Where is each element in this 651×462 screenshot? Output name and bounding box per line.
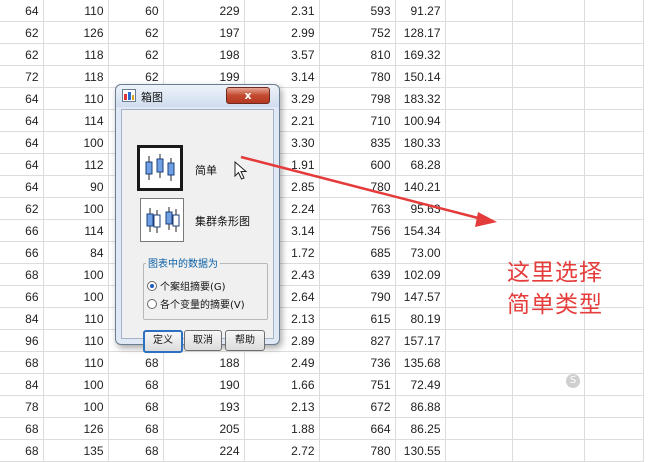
watermark-logo: S xyxy=(566,374,580,388)
table-cell[interactable]: 780 xyxy=(319,439,396,462)
table-cell[interactable]: 68 xyxy=(108,439,164,462)
annotation-arrow xyxy=(240,155,497,227)
table-cell[interactable]: 130.55 xyxy=(395,439,446,462)
table-cell[interactable] xyxy=(584,439,644,462)
table-cell[interactable]: 135 xyxy=(43,439,109,462)
table-cell[interactable] xyxy=(512,439,585,462)
table-cell[interactable]: 2.72 xyxy=(244,439,320,462)
annotation-text: 这里选择 简单类型 xyxy=(507,257,637,321)
table-cell[interactable] xyxy=(445,439,513,462)
annotation-line-1: 这里选择 xyxy=(507,260,603,286)
table-cell[interactable]: 68 xyxy=(0,439,44,462)
table-row: 68 135 68 224 2.72 780 130.55 xyxy=(0,439,644,462)
table-cell[interactable]: 224 xyxy=(163,439,245,462)
annotation-line-2: 简单类型 xyxy=(507,292,603,318)
